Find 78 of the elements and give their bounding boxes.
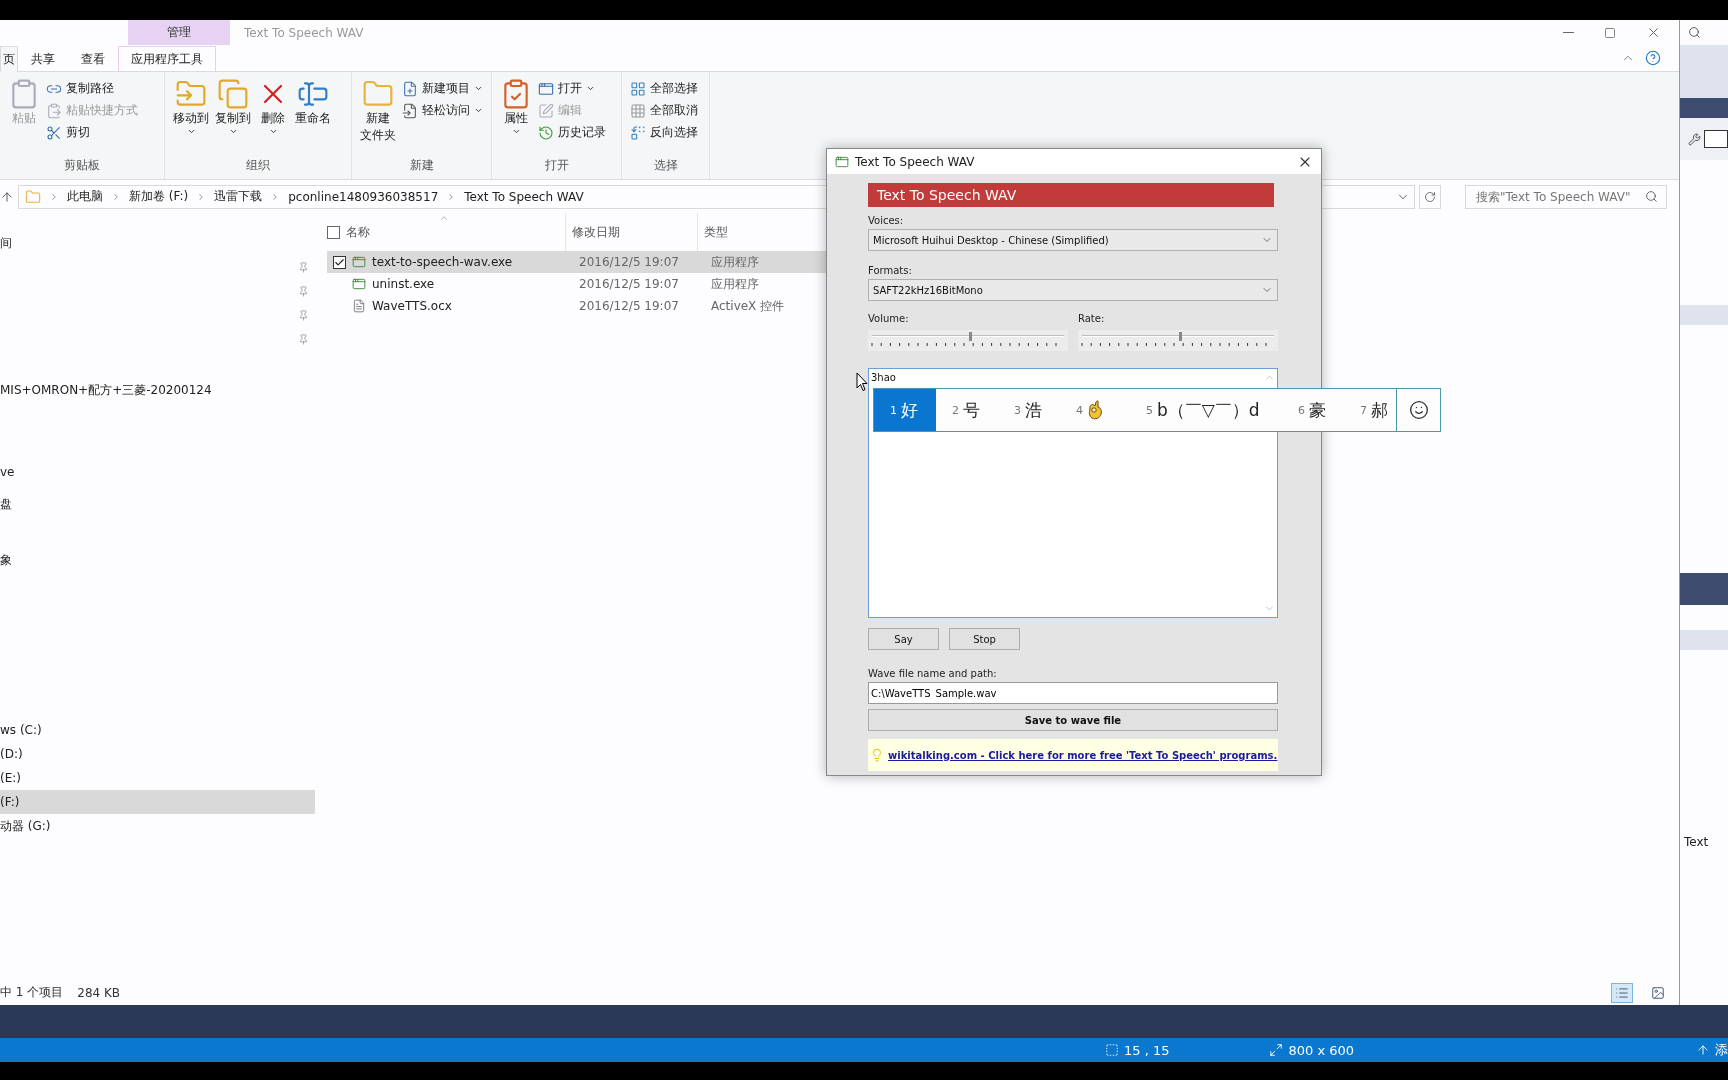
ribbon-tab[interactable]: 共享 <box>18 46 68 72</box>
field-label: Volume: <box>868 312 910 326</box>
search-field[interactable]: 搜索"Text To Speech WAV" <box>1465 184 1667 209</box>
breadcrumb-item[interactable]: 此电脑 <box>67 188 103 205</box>
ribbon-button[interactable]: 复制到 <box>215 76 251 157</box>
status-text: 中 1 个项目 <box>0 984 64 1001</box>
field-label: Rate: <box>1078 312 1106 326</box>
table-cell: text-to-speech-wav.exe <box>327 255 573 269</box>
ribbon-button[interactable]: 复制路径 <box>46 79 138 98</box>
context-tab[interactable]: 管理 <box>128 20 230 45</box>
table-cell-text: 2016/12/5 19:07 <box>578 277 680 291</box>
ribbon-button[interactable]: 新建项目 <box>402 79 483 98</box>
nav-item[interactable]: 动器 (G:) <box>0 814 315 838</box>
ribbon-tab[interactable]: 页 <box>0 46 18 72</box>
nav-item[interactable]: MIS+OMRON+配方+三菱-20200124 <box>0 378 315 402</box>
ribbon-button[interactable]: 移动到 <box>173 76 209 157</box>
table-cell-text: 2016/12/5 19:07 <box>578 299 680 313</box>
dialog-title: Text To Speech WAV <box>855 154 975 169</box>
nav-item[interactable]: (F:) <box>0 790 315 814</box>
breadcrumb-item[interactable]: 新加卷 (F:) <box>129 188 189 205</box>
candidate[interactable]: 7 郝 <box>1344 389 1396 431</box>
candidate[interactable]: 6 豪 <box>1282 389 1344 431</box>
ribbon-button[interactable]: 属性 <box>500 76 532 157</box>
table-cell-text: 应用程序 <box>710 275 760 293</box>
ribbon-button[interactable]: 剪切 <box>46 123 138 142</box>
table-cell-text: ActiveX 控件 <box>710 297 786 315</box>
path-field[interactable]: C:\WaveTTS_Sample.wav <box>868 682 1278 704</box>
candidate[interactable]: 3 浩 <box>998 389 1060 431</box>
ribbon-button[interactable]: 反向选择 <box>630 123 698 142</box>
group-label: 新建 <box>408 157 435 174</box>
size-text: 800 x 600 <box>1288 1042 1355 1058</box>
app-banner: Text To Speech WAV <box>868 183 1274 207</box>
dialog-button[interactable]: Stop <box>949 628 1020 650</box>
table-cell: uninst.exe <box>327 277 573 291</box>
field-label: Formats: <box>868 264 913 278</box>
window-title: Text To Speech WAV <box>244 24 364 42</box>
format-select[interactable]: SAFT22kHz16BitMono <box>868 279 1278 301</box>
table-cell-text: 2016/12/5 19:07 <box>578 255 680 269</box>
nav-item[interactable]: ws (C:) <box>0 718 315 742</box>
table-cell: WaveTTS.ocx <box>327 299 573 313</box>
breadcrumb-item[interactable]: 迅雷下载 <box>214 188 263 205</box>
dialog-button[interactable]: Say <box>868 628 939 650</box>
panel-label: Text <box>1683 835 1710 849</box>
position-text: 15 , 15 <box>1124 1042 1170 1058</box>
group-label: 组织 <box>245 157 271 174</box>
group-label: 打开 <box>543 157 570 174</box>
field-label: Voices: <box>868 214 905 228</box>
action-text[interactable]: 添 <box>1715 1041 1728 1059</box>
nav-item[interactable]: 盘 <box>0 492 315 516</box>
promo-link[interactable]: wikitalking.com - Click here for more free 'Text To Speech' programs. <box>888 749 1278 761</box>
candidate[interactable]: 1 好 <box>874 389 936 431</box>
ribbon-tab[interactable]: 查看 <box>68 46 118 72</box>
table-cell-text: 应用程序 <box>710 253 760 271</box>
ribbon-button[interactable]: 新建 文件夹 <box>360 76 396 157</box>
ribbon-button[interactable]: 轻松访问 <box>402 101 483 120</box>
group-label: 剪贴板 <box>63 157 101 174</box>
ribbon-button[interactable]: 全部选择 <box>630 79 698 98</box>
group-label: 选择 <box>652 157 679 174</box>
file-row[interactable]: WaveTTS.ocx 2016/12/5 19:07 ActiveX 控件 <box>327 295 832 317</box>
breadcrumb-item[interactable]: Text To Speech WAV <box>464 189 584 204</box>
file-row[interactable]: uninst.exe 2016/12/5 19:07 应用程序 <box>327 273 832 295</box>
candidate[interactable]: 2 号 <box>936 389 998 431</box>
ribbon-button[interactable]: 历史记录 <box>538 123 606 142</box>
ribbon-button[interactable]: 打开 <box>538 79 606 98</box>
breadcrumb-item[interactable]: pconline1480936038517 <box>288 189 439 204</box>
nav-item[interactable]: (D:) <box>0 742 315 766</box>
field-label: Wave file name and path: <box>868 667 998 681</box>
ribbon-button[interactable]: 删除 <box>257 76 289 157</box>
ribbon-button[interactable]: 全部取消 <box>630 101 698 120</box>
nav-item[interactable]: (E:) <box>0 766 315 790</box>
ribbon-button[interactable]: 重命名 <box>295 76 331 157</box>
voice-select[interactable]: Microsoft Huihui Desktop - Chinese (Simplified) <box>868 229 1278 251</box>
candidate[interactable]: 4 <box>1060 389 1130 431</box>
nav-item[interactable]: 象 <box>0 548 315 572</box>
nav-item[interactable]: ve <box>0 460 315 484</box>
nav-item[interactable]: 间 <box>0 231 315 255</box>
save-button[interactable]: Save to wave file <box>868 709 1278 731</box>
status-text: 284 KB <box>77 985 121 1000</box>
